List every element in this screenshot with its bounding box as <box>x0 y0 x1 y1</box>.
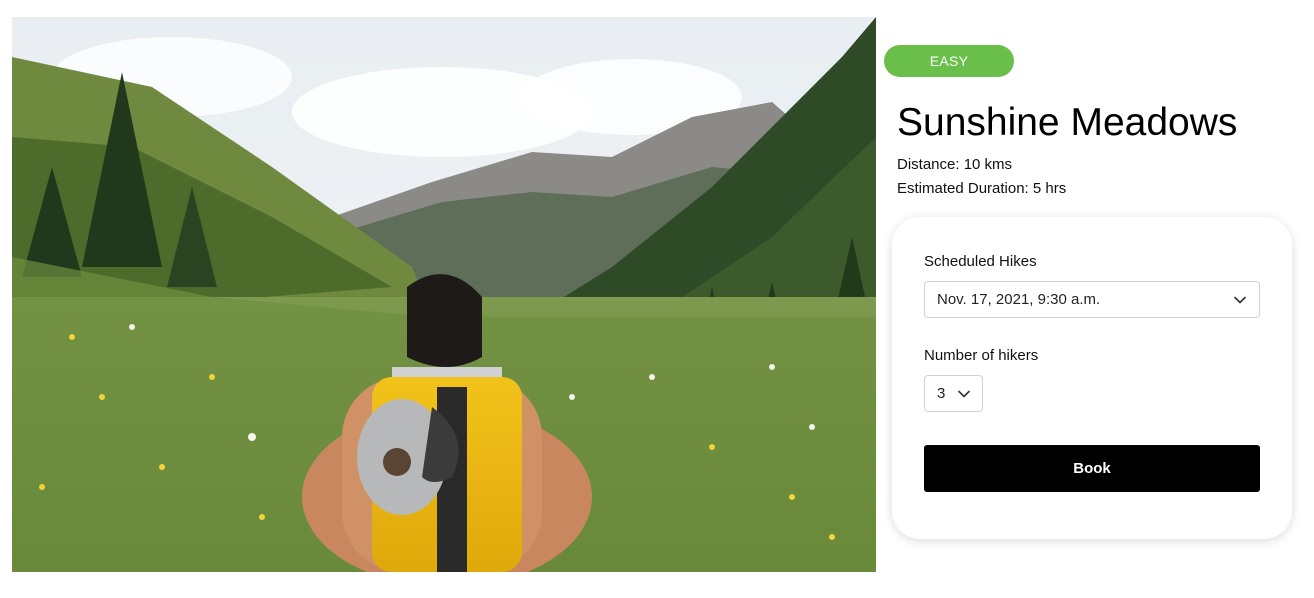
chevron-down-icon <box>957 387 971 401</box>
hike-detail-page: EASY Sunshine Meadows Distance: 10 kms E… <box>0 0 1314 598</box>
hike-photo <box>12 17 876 572</box>
book-button[interactable]: Book <box>924 445 1260 492</box>
number-of-hikers-select[interactable]: 3 <box>924 375 983 412</box>
hike-photo-illustration <box>12 17 876 572</box>
scheduled-hikes-select[interactable]: Nov. 17, 2021, 9:30 a.m. <box>924 281 1260 318</box>
difficulty-badge: EASY <box>884 45 1014 77</box>
duration-text: Estimated Duration: 5 hrs <box>897 180 1067 197</box>
number-of-hikers-label: Number of hikers <box>924 347 1039 364</box>
scheduled-hikes-value: Nov. 17, 2021, 9:30 a.m. <box>937 291 1101 308</box>
page-title: Sunshine Meadows <box>897 101 1238 144</box>
scheduled-hikes-label: Scheduled Hikes <box>924 253 1037 270</box>
booking-card: Scheduled Hikes Nov. 17, 2021, 9:30 a.m.… <box>892 217 1292 539</box>
distance-text: Distance: 10 kms <box>897 156 1013 173</box>
number-of-hikers-value: 3 <box>937 385 946 402</box>
chevron-down-icon <box>1233 293 1247 307</box>
